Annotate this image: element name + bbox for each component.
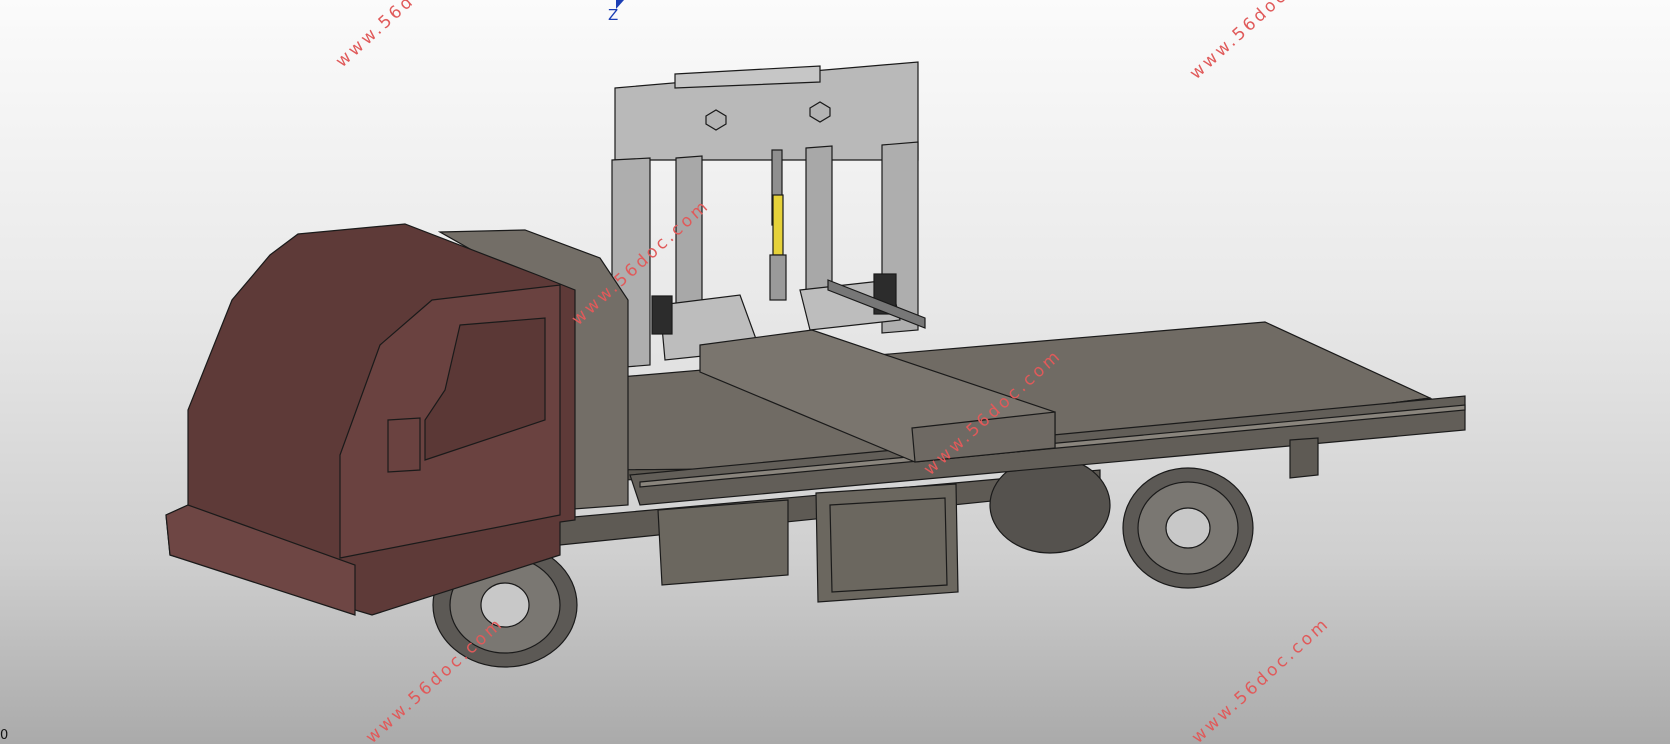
truck-model[interactable] [165,61,1466,668]
watermark: www.56doc.com [332,0,478,72]
watermark: www.56doc.com [1188,613,1334,744]
watermark: www.56doc.com [1186,0,1332,84]
corner-indicator: 0 [0,728,9,743]
watermark: www.56doc.com [362,613,508,744]
cad-3d-viewport[interactable]: www.56doc.com www.56doc.com www.56doc.co… [0,0,1670,744]
triad-z-label: Z [608,6,619,24]
